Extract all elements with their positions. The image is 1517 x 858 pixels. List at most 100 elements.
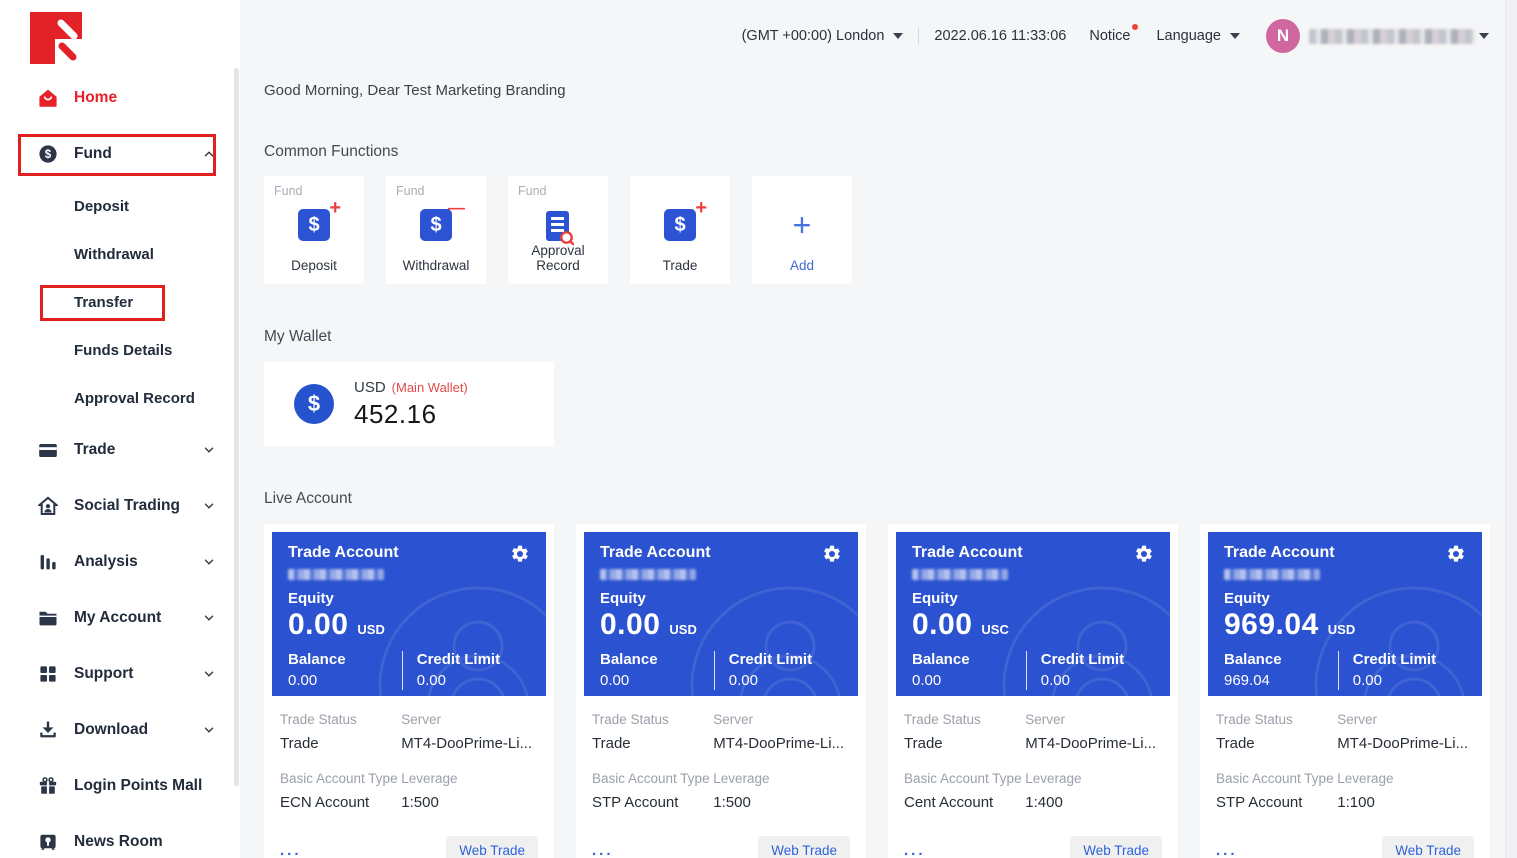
function-card-add[interactable]: + Add [752,176,852,284]
equity-value: 0.00 [600,607,660,643]
section-title-my-wallet: My Wallet [264,328,1489,346]
equity-label: Equity [600,590,842,607]
account-card-title: Trade Account [1224,544,1335,562]
server-label: Server [1337,712,1474,727]
balance-value: 0.00 [912,672,1026,690]
folder-icon [38,608,58,628]
topbar-divider [918,28,919,44]
account-card-title: Trade Account [600,544,711,562]
web-trade-button[interactable]: Web Trade [1382,836,1474,858]
function-card-approval-record[interactable]: Fund Approval Record [508,176,608,284]
web-trade-button[interactable]: Web Trade [446,836,538,858]
bar-chart-icon [38,552,58,572]
document-search-icon [508,209,608,247]
more-actions-button[interactable]: ... [280,842,302,858]
leverage-value: 1:500 [401,794,538,811]
more-actions-button[interactable]: ... [1216,842,1238,858]
sidebar-item-login-points-mall[interactable]: Login Points Mall [0,758,240,814]
sidebar-item-my-account[interactable]: My Account [0,590,240,646]
gear-icon[interactable] [822,544,842,564]
trade-status-value: Trade [280,735,401,752]
avatar[interactable]: N [1266,19,1300,53]
chevron-down-icon [202,555,216,569]
sidebar-item-fund[interactable]: $ Fund [0,126,240,182]
sidebar: Home $ Fund Deposit Withdrawal Transfer … [0,0,240,858]
sidebar-item-label: Support [74,665,202,683]
sidebar-scrollbar[interactable] [234,68,239,786]
timezone-dropdown[interactable]: (GMT +00:00) London [742,28,904,44]
account-number-redacted [600,569,696,580]
web-trade-button[interactable]: Web Trade [1070,836,1162,858]
balance-value: 0.00 [600,672,714,690]
function-category: Fund [518,184,598,198]
function-label: Withdrawal [386,258,486,273]
more-actions-button[interactable]: ... [592,842,614,858]
sidebar-item-download[interactable]: Download [0,702,240,758]
equity-currency: USD [357,622,384,637]
trade-status-label: Trade Status [904,712,1025,727]
equity-label: Equity [912,590,1154,607]
credit-limit-label: Credit Limit [417,651,530,669]
sidebar-item-trade[interactable]: Trade [0,422,240,478]
page-scrollbar[interactable] [1505,0,1517,858]
trade-status-value: Trade [1216,735,1337,752]
function-card-deposit[interactable]: Fund $+ Deposit [264,176,364,284]
balance-label: Balance [1224,651,1338,669]
sidebar-item-analysis[interactable]: Analysis [0,534,240,590]
leverage-label: Leverage [401,771,538,786]
card-icon [38,440,58,460]
svg-text:4: 4 [470,691,487,696]
credit-limit-value: 0.00 [1353,672,1466,690]
gear-icon[interactable] [510,544,530,564]
more-actions-button[interactable]: ... [904,842,926,858]
wallet-main-tag: (Main Wallet) [392,380,468,395]
credit-limit-label: Credit Limit [1041,651,1154,669]
sidebar-item-transfer[interactable]: Transfer [0,278,240,326]
sidebar-subitem-label: Deposit [74,198,129,215]
equity-currency: USC [981,622,1008,637]
sidebar-item-deposit[interactable]: Deposit [0,182,240,230]
account-card: 4 Trade Account Equity 0.00 USD Balance [576,524,866,858]
chevron-down-icon [202,667,216,681]
sidebar-item-news-room[interactable]: News Room [0,814,240,858]
sidebar-item-approval-record[interactable]: Approval Record [0,374,240,422]
svg-text:4: 4 [1406,691,1423,696]
greeting-text: Good Morning, Dear Test Marketing Brandi… [264,82,1489,99]
sidebar-item-label: Fund [74,145,202,163]
account-type-label: Basic Account Type [904,771,1025,786]
sidebar-subitem-label: Transfer [74,294,133,311]
account-card-details: Trade Status Trade Server MT4-DooPrime-L… [896,696,1170,858]
timezone-label: (GMT +00:00) London [742,28,885,44]
function-card-withdrawal[interactable]: Fund $— Withdrawal [386,176,486,284]
gear-icon[interactable] [1446,544,1466,564]
user-menu-caret-icon[interactable] [1479,33,1489,39]
dollar-circle-icon: $ [294,384,334,424]
sidebar-item-social-trading[interactable]: Social Trading [0,478,240,534]
server-value: MT4-DooPrime-Li... [713,735,850,752]
sidebar-item-home[interactable]: Home [0,70,240,126]
leverage-value: 1:500 [713,794,850,811]
language-dropdown[interactable]: Language [1156,28,1240,44]
function-card-trade[interactable]: $+ Trade [630,176,730,284]
sidebar-item-withdrawal[interactable]: Withdrawal [0,230,240,278]
account-card-title: Trade Account [288,544,399,562]
sidebar-item-label: Social Trading [74,497,202,515]
brand-logo-icon[interactable] [30,12,82,64]
balance-value: 969.04 [1224,672,1338,690]
gift-icon [38,776,58,796]
sidebar-item-support[interactable]: Support [0,646,240,702]
sidebar-item-funds-details[interactable]: Funds Details [0,326,240,374]
gear-icon[interactable] [1134,544,1154,564]
account-number-redacted [1224,569,1320,580]
notice-button[interactable]: Notice [1089,28,1130,44]
server-label: Server [401,712,538,727]
web-trade-button[interactable]: Web Trade [758,836,850,858]
account-card-header: 4 Trade Account Equity 0.00 USC Balance [896,532,1170,696]
account-card-header: 4 Trade Account Equity 969.04 USD Balanc… [1208,532,1482,696]
wallet-card[interactable]: $ USD(Main Wallet) 452.16 [264,362,554,446]
equity-currency: USD [669,622,696,637]
credit-limit-label: Credit Limit [1353,651,1466,669]
server-label: Server [1025,712,1162,727]
sidebar-item-label: Home [74,89,216,107]
function-category: Fund [274,184,354,198]
